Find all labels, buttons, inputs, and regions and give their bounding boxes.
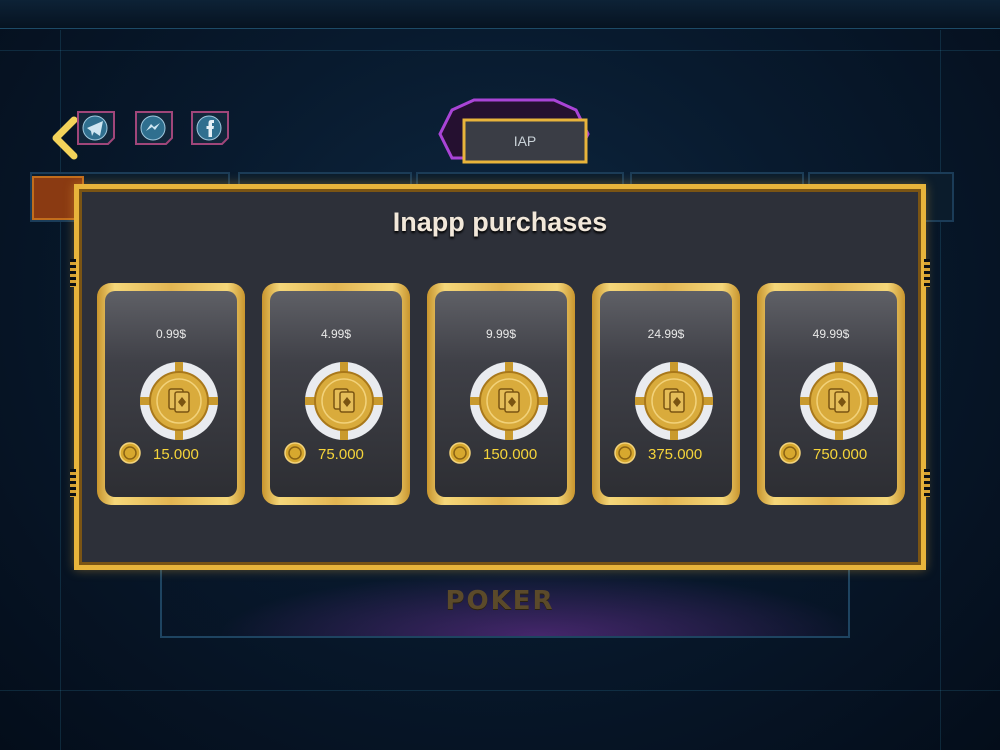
poker-chip-icon — [470, 362, 548, 440]
package-price: 4.99$ — [320, 327, 352, 341]
telegram-button[interactable] — [72, 108, 118, 148]
bg-grid-line — [0, 690, 1000, 691]
poker-chip-icon — [140, 362, 218, 440]
package-card-body: 49.99$ 750.000 — [765, 291, 897, 497]
iap-label: IAP — [513, 133, 537, 149]
package-price: 9.99$ — [485, 327, 517, 341]
poker-chip-icon — [305, 362, 383, 440]
frame-notch — [70, 469, 76, 497]
package-price: 24.99$ — [647, 327, 685, 341]
top-bar — [0, 0, 1000, 29]
package-amount: 375.000 — [648, 446, 703, 463]
package-card-body: 9.99$ 150.000 — [435, 291, 567, 497]
package-card-body: 24.99$ 375.000 — [600, 291, 732, 497]
package-card-body: 4.99$ 75.000 — [270, 291, 402, 497]
poker-chip-icon — [635, 362, 713, 440]
frame-notch — [70, 259, 76, 287]
frame-notch — [924, 469, 930, 497]
facebook-button[interactable] — [186, 108, 232, 148]
dialog-title: Inapp purchases — [392, 207, 608, 237]
package-card[interactable]: 24.99$ 375.000 — [592, 283, 740, 505]
package-price: 0.99$ — [155, 327, 187, 341]
frame-notch — [924, 259, 930, 287]
package-card[interactable]: 9.99$ 150.000 — [427, 283, 575, 505]
package-card-body: 0.99$ 15.000 — [105, 291, 237, 497]
package-card[interactable]: 49.99$ 750.000 — [757, 283, 905, 505]
coin-icon — [779, 442, 801, 464]
package-price: 49.99$ — [812, 327, 850, 341]
coin-icon — [119, 442, 141, 464]
poker-chip-icon — [800, 362, 878, 440]
package-amount: 75.000 — [318, 446, 364, 463]
package-card[interactable]: 0.99$ 15.000 — [97, 283, 245, 505]
telegram-icon — [77, 111, 115, 145]
coin-icon — [449, 442, 471, 464]
bg-grid-line — [940, 30, 941, 750]
messenger-button[interactable] — [130, 108, 176, 148]
package-amount: 15.000 — [153, 446, 199, 463]
bg-grid-line — [0, 50, 1000, 51]
poker-label: POKER — [445, 586, 555, 616]
messenger-icon — [135, 111, 173, 145]
facebook-icon — [191, 111, 229, 145]
package-amount: 150.000 — [483, 446, 538, 463]
package-amount: 750.000 — [813, 446, 868, 463]
coin-icon — [614, 442, 636, 464]
inapp-purchase-dialog: Inapp purchases 0.99$ 15.000 4.99$ 75.00… — [70, 184, 930, 570]
coin-icon — [284, 442, 306, 464]
package-card[interactable]: 4.99$ 75.000 — [262, 283, 410, 505]
